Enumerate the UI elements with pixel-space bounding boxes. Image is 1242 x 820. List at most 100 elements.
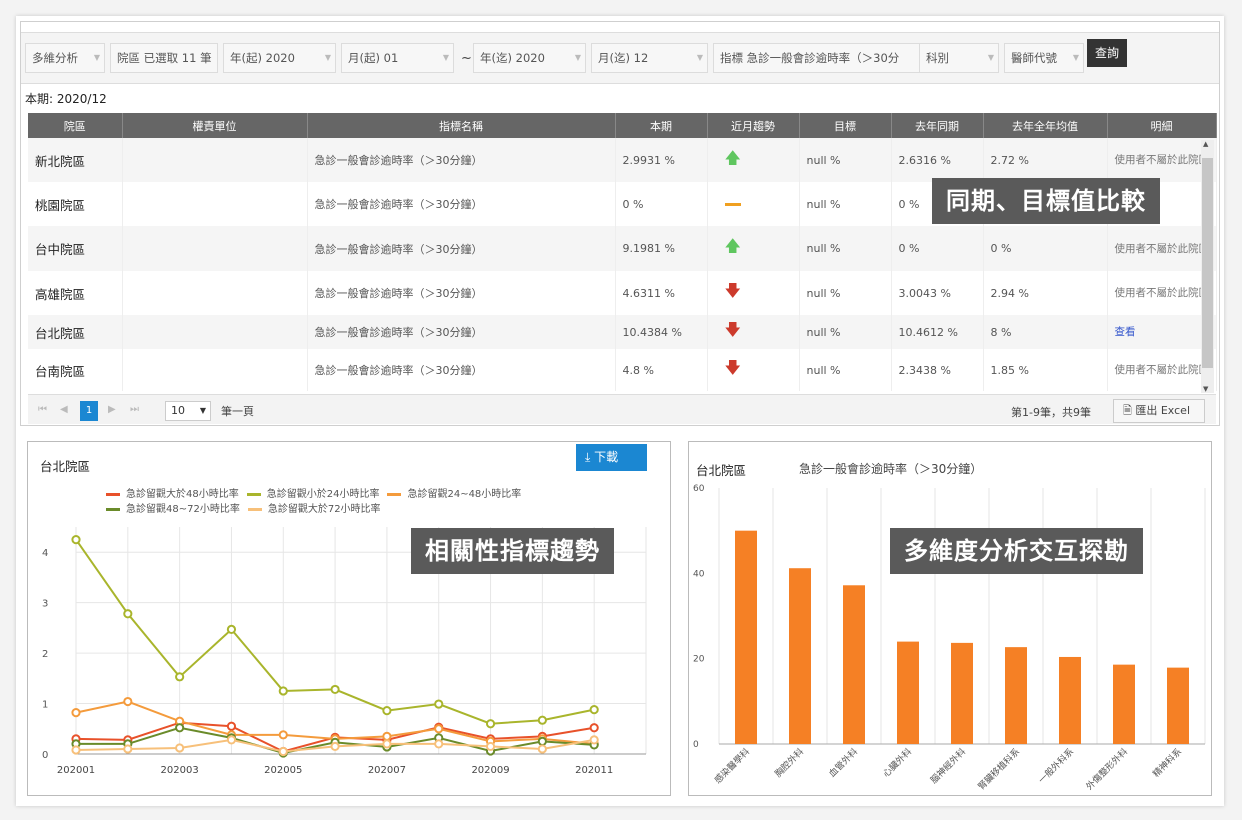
col-header[interactable]: 權責單位 — [122, 113, 308, 138]
col-header[interactable]: 指標名稱 — [307, 113, 616, 138]
region-label: 院區 已選取 11 筆 — [117, 51, 212, 65]
overlay-caption-compare: 同期、目標值比較 — [932, 178, 1160, 224]
year-to-label: 年(迄) 2020 — [480, 51, 545, 65]
x-tick-label: 202005 — [264, 765, 302, 776]
table-row: 新北院區 急診一般會診逾時率（＞30分鐘） 2.9931 % 🡅 null % 2.631… — [28, 138, 1217, 182]
cell-current: 0 % — [615, 182, 708, 226]
cell-last-avg: 8 % — [983, 315, 1108, 349]
data-point — [175, 723, 185, 733]
x-tick-label: 精神科系 — [1150, 746, 1184, 780]
data-point — [226, 721, 237, 731]
cell-current: 4.6311 % — [615, 271, 708, 315]
data-point — [485, 719, 496, 729]
indicator-select[interactable]: 指標 急診一般會診逾時率（＞30分 — [713, 43, 920, 73]
data-point — [175, 743, 185, 753]
col-header[interactable]: 明細 — [1107, 113, 1217, 138]
pagination-bar: ⏮ ◀ 1 ▶ ⏭ 10 ▼ 筆一頁 第1-9筆，共9筆 🗎 匯出 Excel — [28, 394, 1216, 424]
dimension-select[interactable]: 多維分析 ▼ — [25, 43, 105, 73]
cell-target: null % — [799, 138, 892, 182]
page-size-label: 筆一頁 — [221, 405, 254, 418]
col-header[interactable]: 目標 — [799, 113, 892, 138]
trend-up-icon: 🡅 — [724, 236, 741, 255]
data-point — [537, 715, 547, 725]
page-number-current[interactable]: 1 — [80, 401, 98, 421]
cell-current: 9.1981 % — [615, 226, 708, 271]
scroll-up-icon[interactable]: ▲ — [1203, 140, 1208, 148]
cell-unit — [122, 182, 308, 226]
month-to-select[interactable]: 月(迄) 12 ▼ — [591, 43, 708, 73]
data-point — [175, 672, 185, 682]
x-tick-label: 感染醫學科 — [712, 746, 752, 786]
cell-region: 高雄院區 — [28, 271, 123, 315]
data-point — [278, 730, 288, 740]
x-tick-label: 202003 — [161, 765, 199, 776]
cell-target: null % — [799, 182, 892, 226]
bar — [897, 641, 919, 744]
year-from-select[interactable]: 年(起) 2020 ▼ — [223, 43, 336, 73]
col-header[interactable]: 去年同期 — [891, 113, 984, 138]
data-point — [226, 735, 237, 745]
region-select[interactable]: 院區 已選取 11 筆 — [110, 43, 218, 73]
cell-last-year: 3.0043 % — [891, 271, 984, 315]
data-point — [278, 686, 288, 696]
bar — [789, 568, 811, 744]
x-tick-label: 血管外科 — [826, 746, 860, 780]
bar — [1113, 664, 1135, 744]
data-point — [537, 736, 547, 746]
scroll-thumb[interactable] — [1202, 158, 1213, 368]
cell-current: 2.9931 % — [615, 138, 708, 182]
bar — [843, 585, 865, 744]
prev-page-icon[interactable]: ◀ — [60, 404, 68, 415]
col-header[interactable]: 本期 — [615, 113, 708, 138]
table-row: 台南院區 急診一般會診逾時率（＞30分鐘） 4.8 % 🡇 null % 2.3438 %… — [28, 349, 1217, 391]
x-tick-label: 腎臟移植科系 — [975, 746, 1022, 793]
cell-current: 4.8 % — [615, 349, 708, 391]
cell-indicator: 急診一般會診逾時率（＞30分鐘） — [307, 226, 616, 271]
cell-last-avg: 0 % — [983, 226, 1108, 271]
cell-unit — [122, 349, 308, 391]
col-header[interactable]: 去年全年均值 — [983, 113, 1108, 138]
data-point — [382, 706, 392, 716]
x-tick-label: 202007 — [368, 765, 406, 776]
doctor-select[interactable]: 醫師代號 ▼ — [1004, 43, 1084, 73]
page-size-value: 10 — [171, 404, 185, 417]
cell-region: 台北院區 — [28, 315, 123, 349]
dropdown-icon: ▼ — [987, 53, 994, 62]
export-excel-button[interactable]: 🗎 匯出 Excel — [1113, 399, 1205, 423]
y-tick-label: 20 — [693, 655, 705, 665]
filter-bar: 多維分析 ▼ 院區 已選取 11 筆 年(起) 2020 ▼ 月(起) 01 ▼ ~ … — [21, 32, 1219, 84]
dashboard-frame: 多維分析 ▼ 院區 已選取 11 筆 年(起) 2020 ▼ 月(起) 01 ▼ ~ … — [16, 16, 1224, 806]
y-tick-label: 2 — [42, 649, 48, 660]
range-separator: ~ — [461, 51, 472, 66]
period-label: 本期: 2020/12 — [25, 92, 107, 106]
dept-select[interactable]: 科別 ▼ — [919, 43, 999, 73]
cell-indicator: 急診一般會診逾時率（＞30分鐘） — [307, 182, 616, 226]
dropdown-icon: ▼ — [93, 53, 100, 62]
data-point — [589, 735, 599, 745]
data-point — [226, 624, 237, 635]
col-header[interactable]: 院區 — [28, 113, 123, 138]
bar — [1005, 647, 1027, 744]
cell-trend: 🡇 — [707, 271, 800, 315]
page-size-select[interactable]: 10 ▼ — [165, 401, 211, 421]
query-button[interactable]: 查詢 — [1087, 39, 1127, 67]
scroll-down-icon[interactable]: ▼ — [1203, 385, 1208, 393]
x-tick-label: 202009 — [471, 765, 509, 776]
data-point — [278, 746, 288, 757]
cell-last-year: 10.4612 % — [891, 315, 984, 349]
year-to-select[interactable]: 年(迄) 2020 ▼ — [473, 43, 586, 73]
month-from-select[interactable]: 月(起) 01 ▼ — [341, 43, 454, 73]
trend-down-icon: 🡇 — [724, 357, 741, 377]
cell-unit — [122, 315, 308, 349]
first-page-icon[interactable]: ⏮ — [38, 404, 47, 415]
data-point — [71, 745, 81, 755]
col-header[interactable]: 近月趨勢 — [707, 113, 800, 138]
overlay-caption-trend: 相關性指標趨勢 — [411, 528, 614, 574]
last-page-icon[interactable]: ⏭ — [130, 404, 139, 415]
y-tick-label: 0 — [42, 750, 48, 761]
data-point — [123, 744, 133, 754]
cell-last-year: 0 % — [891, 226, 984, 271]
next-page-icon[interactable]: ▶ — [108, 404, 116, 415]
cell-trend — [707, 182, 800, 226]
table-scrollbar[interactable]: ▲ ▼ — [1201, 140, 1214, 393]
